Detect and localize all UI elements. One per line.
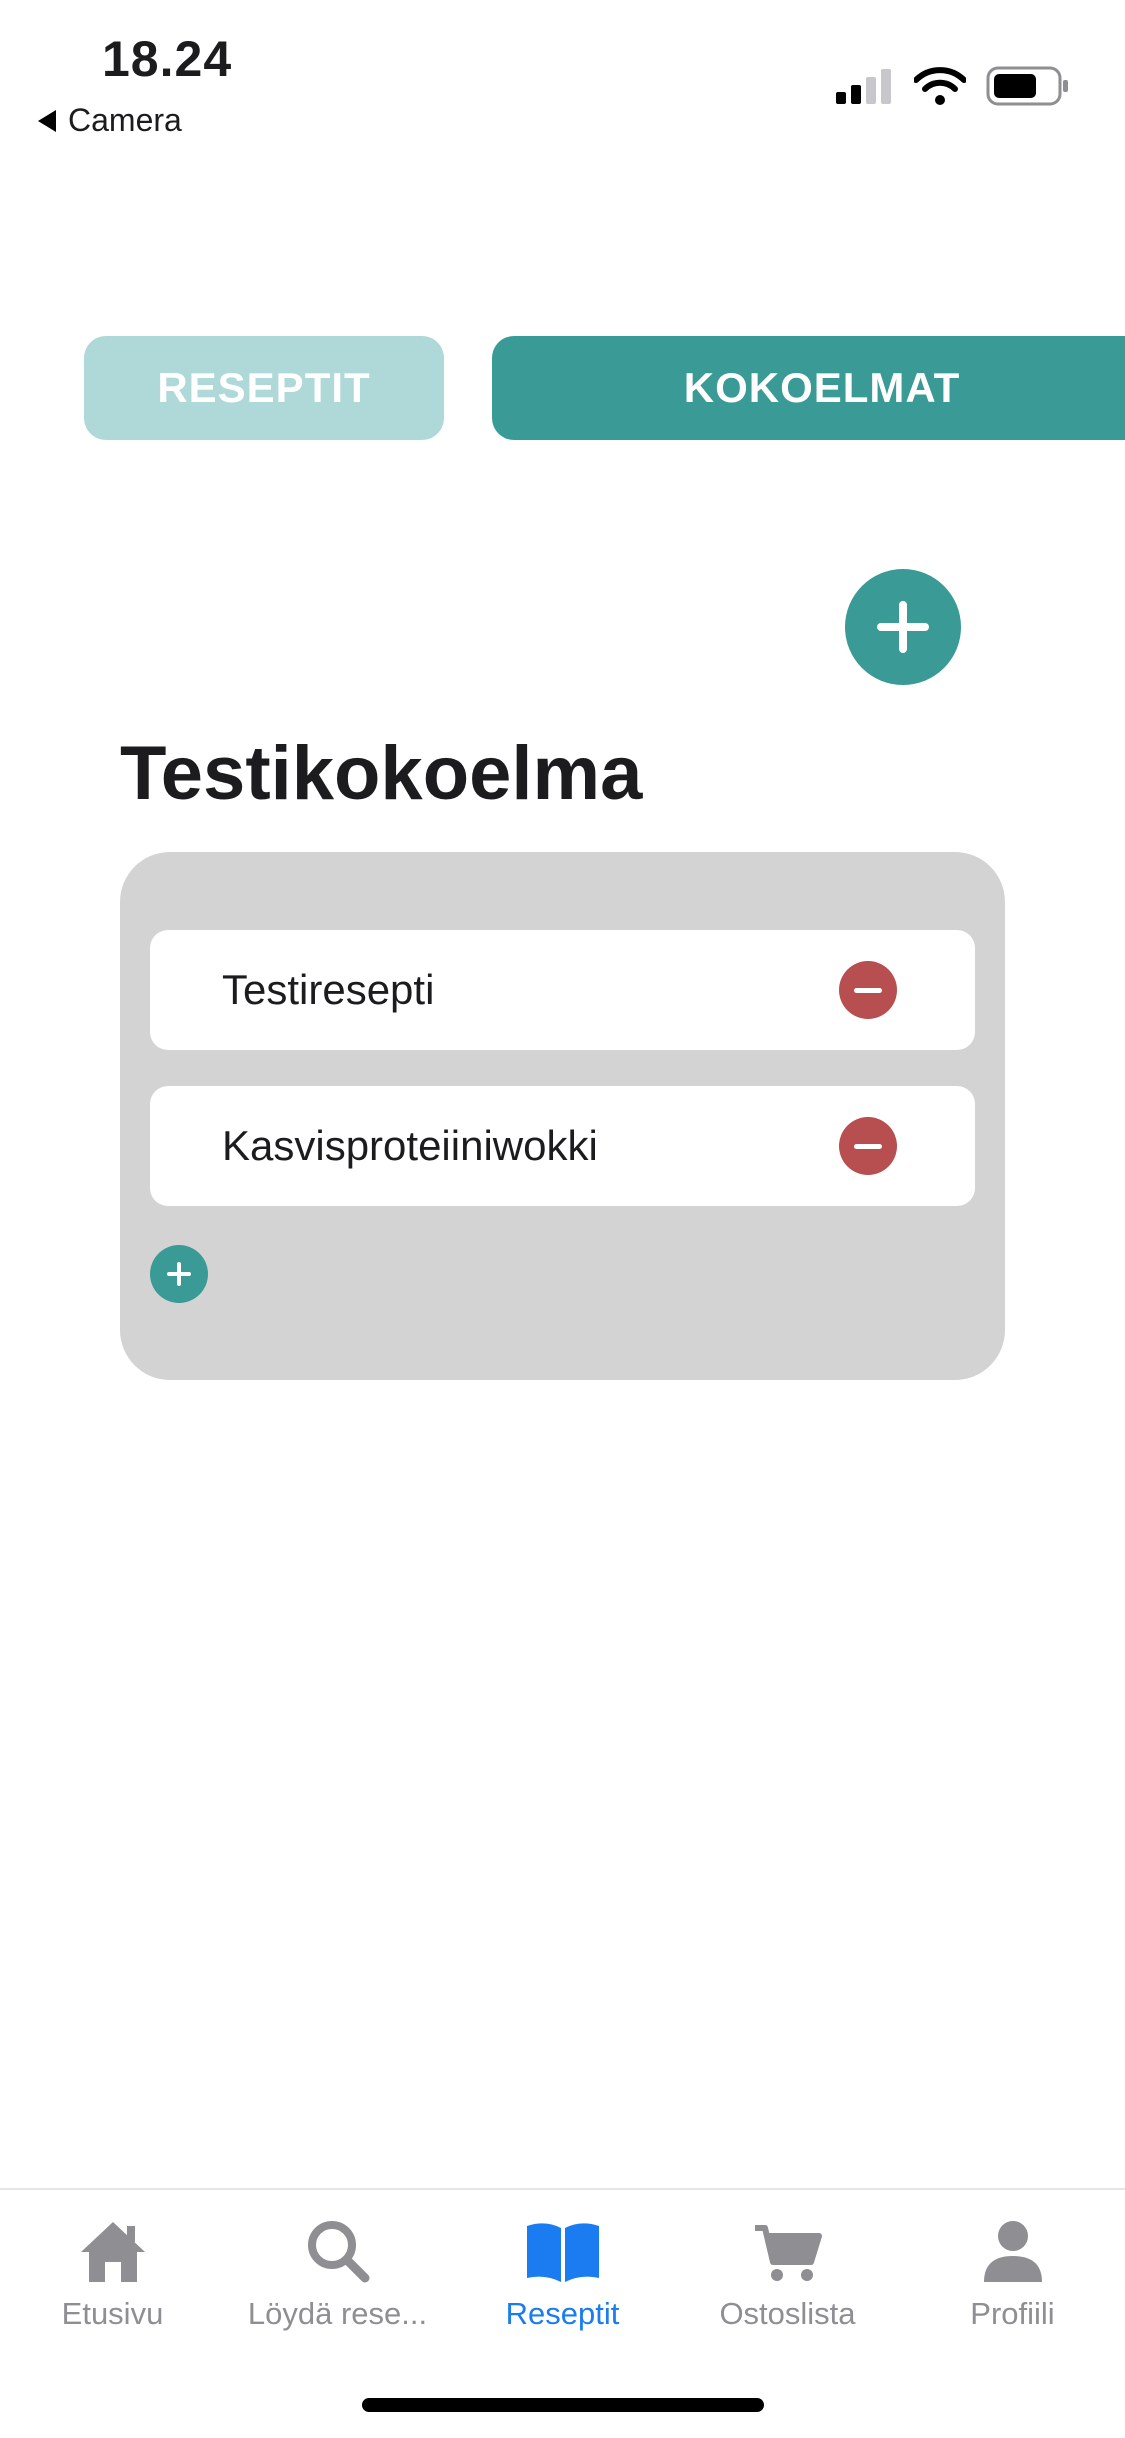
minus-icon xyxy=(854,987,882,993)
person-icon xyxy=(983,2221,1042,2282)
tab-recipes[interactable]: RESEPTIT xyxy=(84,336,444,440)
recipe-row[interactable]: Testiresepti xyxy=(150,930,975,1050)
back-label: Camera xyxy=(68,102,182,138)
search-icon xyxy=(307,2221,369,2283)
tab-label: Reseptit xyxy=(505,2296,620,2331)
recipe-row[interactable]: Kasvisproteiiniwokki xyxy=(150,1086,975,1206)
cart-icon xyxy=(754,2225,822,2281)
collection-card: Testiresepti Kasvisproteiiniwokki xyxy=(120,852,1005,1380)
tab-label: Ostoslista xyxy=(719,2296,856,2331)
recipe-name: Testiresepti xyxy=(222,966,435,1013)
add-recipe-to-collection-button[interactable] xyxy=(150,1245,208,1303)
tab-home[interactable]: Etusivu xyxy=(0,2210,225,2332)
tab-collections[interactable]: KOKOELMAT xyxy=(492,336,1125,440)
tab-label: Löydä rese... xyxy=(247,2296,428,2331)
tab-label: Profiili xyxy=(970,2296,1055,2331)
book-icon xyxy=(526,2223,599,2282)
plus-icon xyxy=(877,601,929,653)
tab-find-recipes[interactable]: Löydä rese... xyxy=(225,2210,450,2332)
home-icon xyxy=(80,2222,145,2282)
collection-title: Testikokoelma xyxy=(120,731,643,816)
back-to-camera-link[interactable]: Camera xyxy=(38,102,182,139)
home-indicator xyxy=(362,2398,764,2412)
tab-profile[interactable]: Profiili xyxy=(900,2210,1125,2332)
remove-recipe-button[interactable] xyxy=(839,1117,897,1175)
remove-recipe-button[interactable] xyxy=(839,961,897,1019)
minus-icon xyxy=(854,1143,882,1149)
signal-icon xyxy=(836,69,891,104)
tab-label: Etusivu xyxy=(61,2296,164,2331)
wifi-icon xyxy=(914,67,966,105)
status-icons xyxy=(834,66,1070,106)
add-collection-button[interactable] xyxy=(845,569,961,685)
back-arrow-icon xyxy=(38,109,56,132)
battery-icon xyxy=(986,66,1068,106)
tab-shopping-list[interactable]: Ostoslista xyxy=(675,2210,900,2332)
tab-recipes-nav[interactable]: Reseptit xyxy=(450,2210,675,2332)
recipe-name: Kasvisproteiiniwokki xyxy=(222,1122,598,1169)
status-time: 18.24 xyxy=(102,31,233,87)
plus-icon xyxy=(167,1262,191,1286)
